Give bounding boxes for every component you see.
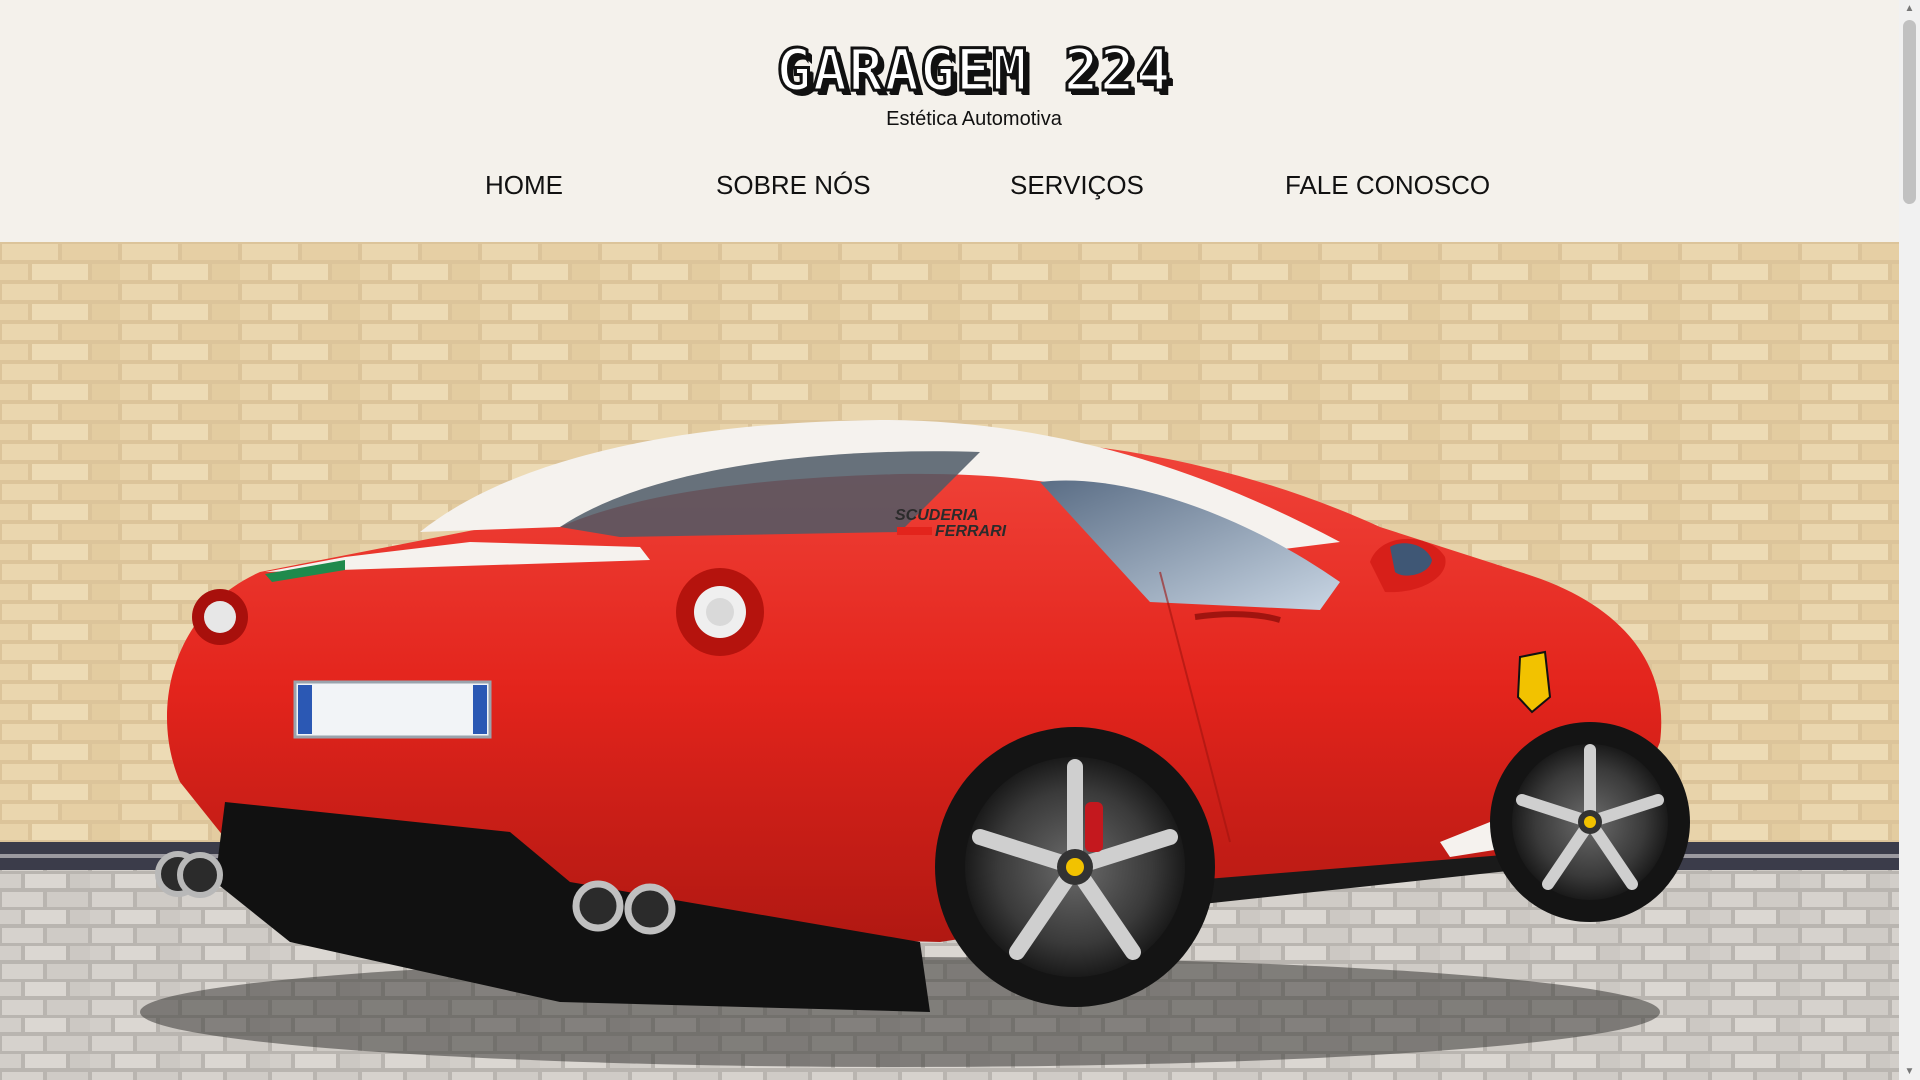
nav-services-link[interactable]: SERVIÇOS bbox=[1010, 170, 1144, 201]
main-nav: HOME SOBRE NÓS SERVIÇOS FALE CONOSCO bbox=[0, 170, 1899, 206]
scrollbar-thumb[interactable] bbox=[1903, 20, 1916, 204]
nav-contact-link[interactable]: FALE CONOSCO bbox=[1285, 170, 1490, 201]
scuderia-decal-line2: FERRARI bbox=[935, 523, 1007, 540]
nav-home-link[interactable]: HOME bbox=[485, 170, 563, 201]
page: GARAGEM 224 Estética Automotiva HOME SOB… bbox=[0, 0, 1899, 1080]
site-tagline: Estética Automotiva bbox=[886, 108, 1062, 130]
site-logo[interactable]: GARAGEM 224 bbox=[0, 35, 1920, 106]
hero-car-image: SCUDERIA FERRARI bbox=[0, 242, 1899, 1080]
scuderia-decal-line1: SCUDERIA bbox=[895, 507, 979, 524]
scroll-down-arrow-icon[interactable]: ▼ bbox=[1899, 1063, 1920, 1080]
scroll-up-arrow-icon[interactable]: ▲ bbox=[1899, 0, 1920, 17]
nav-about-link[interactable]: SOBRE NÓS bbox=[716, 170, 871, 201]
hero-banner: SCUDERIA FERRARI bbox=[0, 242, 1899, 1080]
site-header: GARAGEM 224 Estética Automotiva HOME SOB… bbox=[0, 0, 1899, 242]
page-scrollbar[interactable]: ▲ ▼ bbox=[1899, 0, 1920, 1080]
